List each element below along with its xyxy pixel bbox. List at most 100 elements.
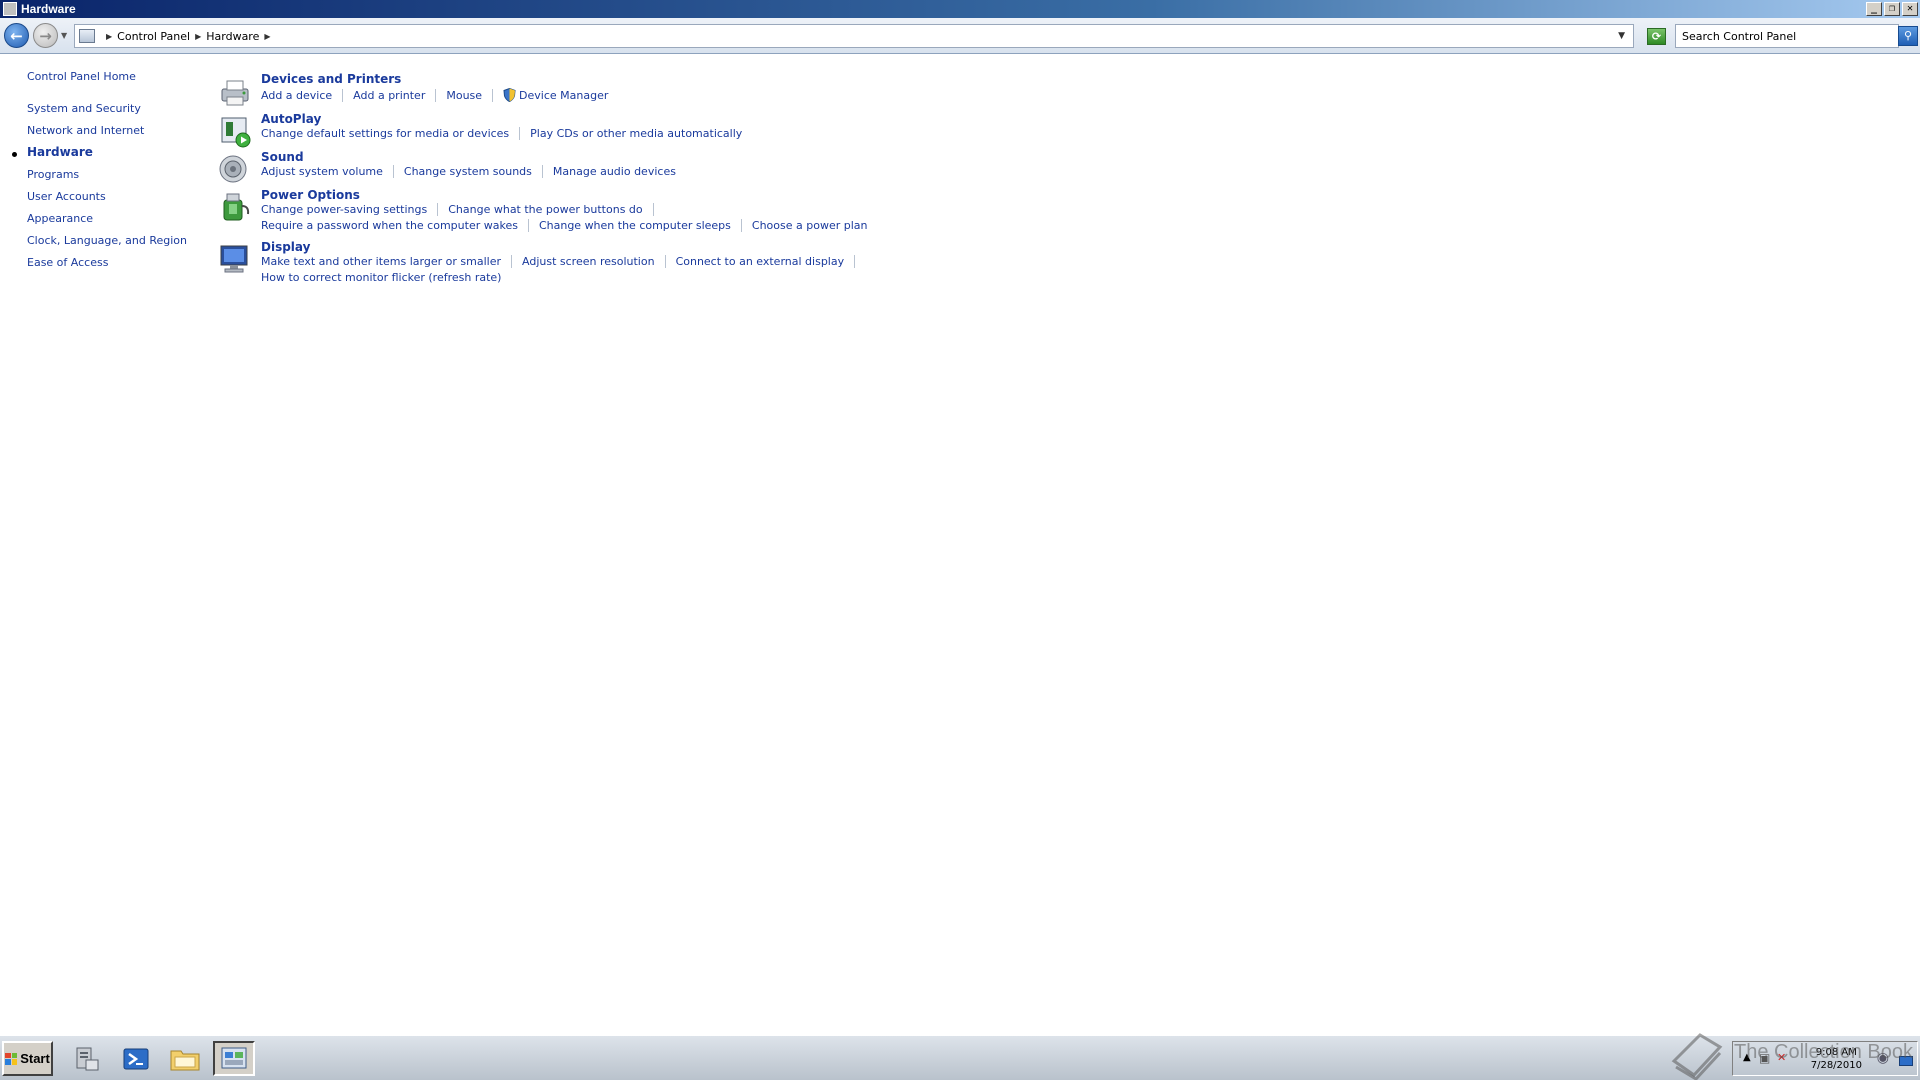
link-separator [519,127,521,140]
link-separator [854,255,856,268]
forward-button[interactable]: → [33,23,58,48]
category-title-autoplay[interactable]: AutoPlay [261,112,321,126]
chevron-right-icon[interactable]: ▶ [106,32,112,41]
clock-date: 7/28/2010 [1810,1060,1862,1071]
link-separator [492,88,494,102]
link-device-manager[interactable]: Device Manager [519,89,608,102]
nav-link-ease-of-access[interactable]: Ease of Access [27,256,108,269]
link-add-a-printer[interactable]: Add a printer [353,89,425,102]
link-manage-audio-devices[interactable]: Manage audio devices [553,165,676,178]
display-links-row-2: How to correct monitor flicker (refresh … [261,271,501,284]
autoplay-icon[interactable] [218,114,252,148]
breadcrumb-item-control-panel[interactable]: Control Panel [117,30,190,43]
back-button[interactable]: ← [4,23,29,48]
breadcrumb[interactable]: ▶ Control Panel ▶ Hardware ▶ ▼ [74,24,1634,48]
search-button[interactable]: ⚲ [1898,26,1918,46]
uac-shield-icon [503,88,516,102]
category-title-sound[interactable]: Sound [261,150,304,164]
power-options-links-row-1: Change power-saving settings Change what… [261,203,664,216]
chevron-right-icon[interactable]: ▶ [195,32,201,41]
printer-icon[interactable] [218,75,252,109]
nav-link-clock-language-region[interactable]: Clock, Language, and Region [27,234,187,247]
forward-arrow-icon: → [39,26,52,45]
breadcrumb-item-hardware[interactable]: Hardware [206,30,259,43]
start-button[interactable]: Start [2,1041,53,1076]
category-title-devices-and-printers[interactable]: Devices and Printers [261,72,401,86]
left-navigation-pane: Control Panel Home System and Security N… [0,55,205,1035]
server-manager-icon [76,1047,99,1070]
folder-icon [170,1050,200,1070]
link-separator [740,219,742,232]
taskbar-explorer-button[interactable] [164,1041,206,1076]
powershell-icon [123,1048,149,1069]
address-history-dropdown-icon[interactable]: ▼ [1618,31,1625,41]
link-adjust-screen-resolution[interactable]: Adjust screen resolution [522,255,655,268]
link-separator [664,255,666,268]
autoplay-links: Change default settings for media or dev… [261,127,742,140]
link-change-power-buttons[interactable]: Change what the power buttons do [448,203,642,216]
minimize-button[interactable]: _ [1866,2,1882,16]
link-require-password-on-wake[interactable]: Require a password when the computer wak… [261,219,518,232]
category-title-power-options[interactable]: Power Options [261,188,360,202]
nav-link-network-and-internet[interactable]: Network and Internet [27,124,144,137]
notification-area: ▲ ▣ ✕ 9:08 AM 7/28/2010 ◉ [1732,1041,1918,1076]
clock[interactable]: 9:08 AM 7/28/2010 [1811,1046,1862,1072]
link-separator [392,165,394,178]
link-change-power-saving-settings[interactable]: Change power-saving settings [261,203,427,216]
sound-links: Adjust system volume Change system sound… [261,165,676,178]
network-icon[interactable]: ▣ [1759,1051,1770,1065]
show-desktop-icon[interactable] [1899,1056,1913,1066]
display-links-row-1: Make text and other items larger or smal… [261,255,865,268]
link-separator [342,88,344,102]
action-center-icon[interactable]: ◉ [1877,1050,1889,1066]
link-change-when-computer-sleeps[interactable]: Change when the computer sleeps [539,219,731,232]
control-panel-icon [3,2,17,16]
restore-button[interactable]: ❐ [1884,2,1900,16]
volume-muted-icon[interactable]: ✕ [1777,1051,1786,1064]
link-separator [652,203,654,216]
recent-pages-dropdown-icon[interactable]: ▼ [61,31,67,40]
nav-link-appearance[interactable]: Appearance [27,212,93,225]
link-choose-a-power-plan[interactable]: Choose a power plan [752,219,868,232]
windows-logo-icon [5,1052,18,1065]
address-toolbar: ← → ▼ ▶ Control Panel ▶ Hardware ▶ ▼ ⟳ S… [0,18,1920,54]
link-separator [437,203,439,216]
chevron-right-icon[interactable]: ▶ [264,32,270,41]
search-placeholder: Search Control Panel [1682,29,1797,43]
nav-link-programs[interactable]: Programs [27,168,79,181]
monitor-icon[interactable] [218,242,252,276]
nav-link-system-and-security[interactable]: System and Security [27,102,141,115]
show-hidden-icons-icon[interactable]: ▲ [1743,1052,1751,1063]
close-button[interactable]: ✕ [1902,2,1918,16]
link-monitor-flicker-help[interactable]: How to correct monitor flicker (refresh … [261,271,501,284]
taskbar-powershell-button[interactable] [115,1041,157,1076]
control-panel-icon [221,1047,247,1068]
link-mouse[interactable]: Mouse [446,89,482,102]
power-options-icon[interactable] [218,190,252,224]
link-play-cds-automatically[interactable]: Play CDs or other media automatically [530,127,742,140]
window-controls: _ ❐ ✕ [1866,2,1918,16]
start-label: Start [20,1051,50,1066]
link-add-a-device[interactable]: Add a device [261,89,332,102]
nav-link-user-accounts[interactable]: User Accounts [27,190,106,203]
link-connect-external-display[interactable]: Connect to an external display [676,255,845,268]
refresh-button[interactable]: ⟳ [1647,28,1666,45]
current-page-bullet [12,152,17,157]
taskbar-server-manager-button[interactable] [66,1041,108,1076]
category-title-display[interactable]: Display [261,240,310,254]
nav-link-control-panel-home[interactable]: Control Panel Home [27,70,136,83]
link-make-text-larger[interactable]: Make text and other items larger or smal… [261,255,501,268]
back-arrow-icon: ← [10,26,23,45]
link-separator [511,255,512,268]
taskbar: Start ▲ ▣ ✕ 9:08 AM 7/28/2010 ◉ [0,1035,1920,1080]
speaker-icon[interactable] [218,152,252,186]
nav-link-hardware[interactable]: Hardware [27,145,93,159]
link-separator [541,165,543,178]
link-change-system-sounds[interactable]: Change system sounds [404,165,532,178]
link-change-default-media-settings[interactable]: Change default settings for media or dev… [261,127,509,140]
refresh-icon: ⟳ [1651,30,1662,43]
link-adjust-system-volume[interactable]: Adjust system volume [261,165,383,178]
search-input[interactable]: Search Control Panel [1675,24,1899,48]
clock-time: 9:08 AM [1815,1047,1857,1058]
taskbar-control-panel-button[interactable] [213,1041,255,1076]
